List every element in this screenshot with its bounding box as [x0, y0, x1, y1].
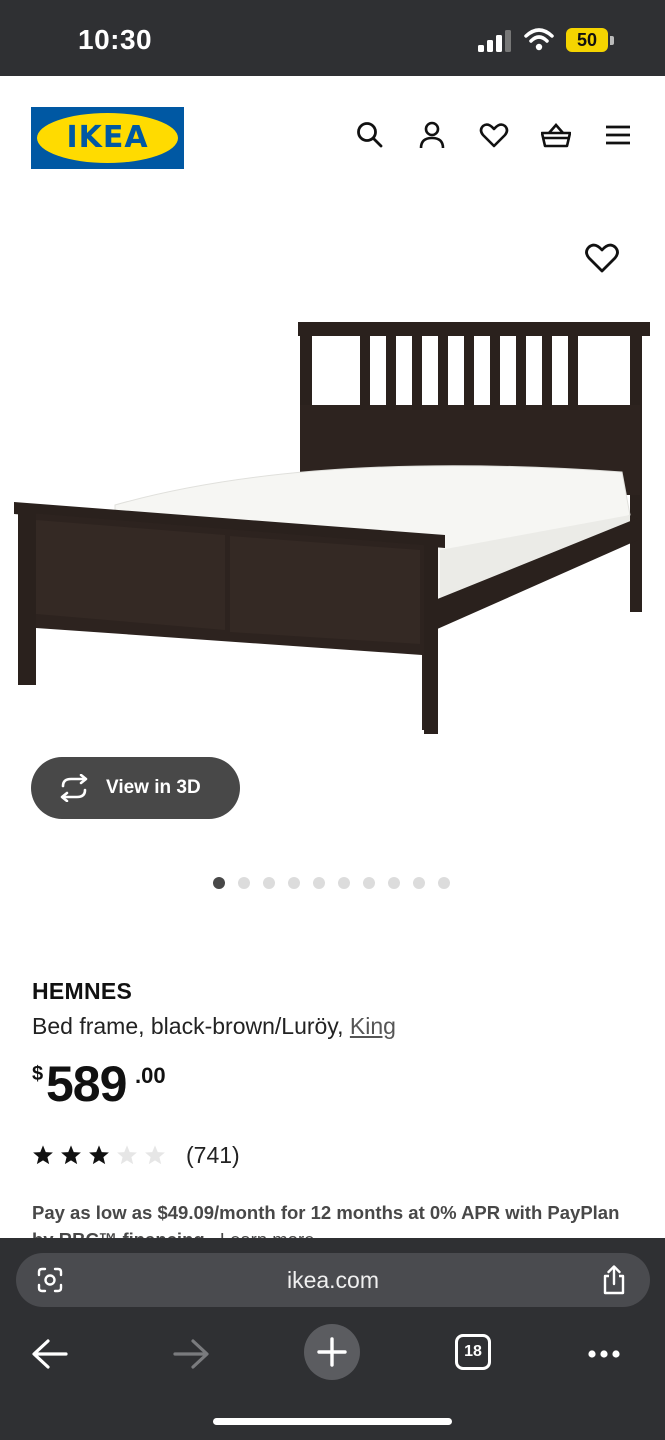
back-button[interactable] — [22, 1326, 78, 1382]
review-count: (741) — [186, 1141, 240, 1168]
forward-button[interactable] — [163, 1326, 219, 1382]
star-filled-icon — [33, 1145, 53, 1165]
pagination-dot[interactable] — [338, 877, 350, 889]
arrow-left-icon — [32, 1339, 68, 1369]
image-pagination — [213, 877, 450, 891]
tab-count: 18 — [464, 1343, 482, 1360]
logo-text: IKEA — [66, 120, 149, 155]
status-bar: 10:30 50 — [0, 0, 665, 76]
product-image[interactable] — [10, 310, 655, 740]
product-description: Bed frame, black-brown/Luröy, King — [32, 1013, 396, 1040]
pagination-dot[interactable] — [388, 877, 400, 889]
pagination-dot[interactable] — [438, 877, 450, 889]
pagination-dot[interactable] — [263, 877, 275, 889]
price-currency: $ — [32, 1063, 44, 1085]
browser-toolbar: ikea.com 18 — [0, 1238, 665, 1440]
view-in-3d-label: View in 3D — [106, 777, 201, 798]
more-button[interactable] — [576, 1326, 632, 1382]
price-integer: 589 — [46, 1056, 127, 1112]
pagination-dot[interactable] — [213, 877, 225, 889]
address-bar[interactable]: ikea.com — [16, 1253, 650, 1307]
pagination-dot[interactable] — [313, 877, 325, 889]
price-decimal: .00 — [135, 1063, 166, 1088]
battery-level: 50 — [566, 28, 608, 52]
pagination-dot[interactable] — [238, 877, 250, 889]
ikea-logo[interactable]: IKEA — [31, 107, 184, 169]
pagination-dot[interactable] — [363, 877, 375, 889]
star-filled-icon — [89, 1145, 109, 1165]
product-description-text: Bed frame, black-brown/Luröy, — [32, 1013, 350, 1039]
cell-signal-icon — [478, 30, 511, 52]
rotate-3d-icon — [60, 774, 88, 802]
product-name: HEMNES — [32, 978, 133, 1004]
home-indicator[interactable] — [213, 1418, 452, 1425]
product-rating[interactable]: (741) — [32, 1140, 240, 1170]
add-to-favorites-button[interactable] — [584, 240, 620, 276]
search-icon[interactable] — [355, 120, 385, 150]
new-tab-button[interactable] — [304, 1324, 360, 1380]
arrow-right-icon — [173, 1339, 209, 1369]
battery-icon: 50 — [566, 28, 614, 52]
wifi-icon — [524, 28, 554, 51]
tab-switcher-button[interactable]: 18 — [455, 1334, 491, 1370]
star-filled-icon — [61, 1145, 81, 1165]
pagination-dot[interactable] — [288, 877, 300, 889]
star-empty-icon — [117, 1145, 137, 1165]
more-dots-icon — [588, 1350, 620, 1358]
menu-icon[interactable] — [603, 120, 633, 150]
plus-icon — [317, 1337, 347, 1367]
account-icon[interactable] — [417, 120, 447, 150]
share-icon[interactable] — [600, 1265, 628, 1295]
star-empty-icon — [145, 1145, 165, 1165]
status-time: 10:30 — [78, 24, 153, 55]
url-text: ikea.com — [286, 1267, 380, 1293]
heart-icon[interactable] — [479, 120, 509, 150]
view-in-3d-button[interactable]: View in 3D — [31, 757, 240, 819]
site-header: IKEA — [0, 76, 665, 196]
basket-icon[interactable] — [540, 120, 572, 150]
pagination-dot[interactable] — [413, 877, 425, 889]
size-link[interactable]: King — [350, 1013, 396, 1039]
